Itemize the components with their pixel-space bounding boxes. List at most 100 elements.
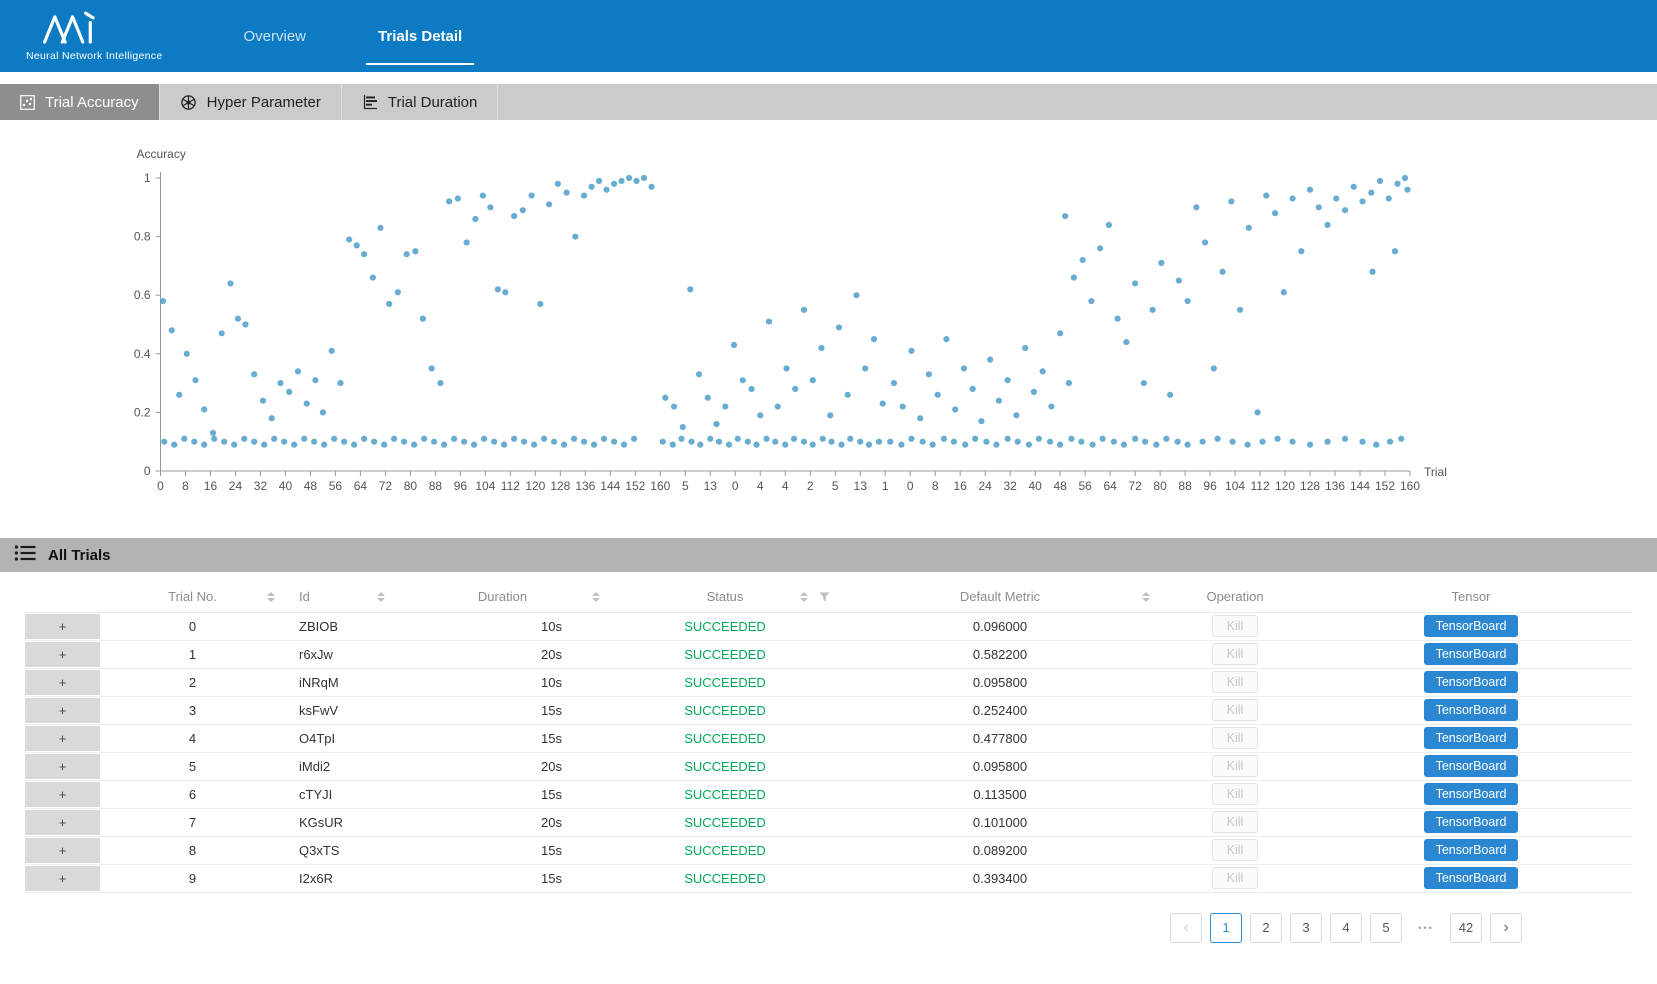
tensor-cell: TensorBoard: [1310, 640, 1632, 668]
tab-trial-duration[interactable]: Trial Duration: [342, 84, 498, 120]
nav-trials-detail[interactable]: Trials Detail: [360, 0, 480, 72]
kill-button[interactable]: Kill: [1212, 727, 1259, 749]
svg-text:120: 120: [525, 479, 545, 493]
trial-row: +6cTYJI15sSUCCEEDED0.113500KillTensorBoa…: [25, 780, 1632, 808]
svg-text:144: 144: [1350, 479, 1370, 493]
expand-row-button[interactable]: +: [25, 614, 100, 639]
tensorboard-button[interactable]: TensorBoard: [1424, 615, 1519, 637]
expand-row-button[interactable]: +: [25, 810, 100, 835]
tab-trial-accuracy[interactable]: Trial Accuracy: [0, 84, 160, 120]
all-trials-header: All Trials: [0, 538, 1657, 572]
svg-text:0.2: 0.2: [134, 405, 151, 419]
sort-icon[interactable]: [267, 592, 275, 602]
tensor-cell: TensorBoard: [1310, 864, 1632, 892]
column-operation: Operation: [1160, 582, 1310, 612]
pagination-next-button[interactable]: ›: [1490, 913, 1522, 943]
pagination-page-4[interactable]: 4: [1330, 913, 1362, 943]
app-header: Neural Network Intelligence Overview Tri…: [0, 0, 1657, 72]
expand-row-button[interactable]: +: [25, 698, 100, 723]
svg-text:104: 104: [475, 479, 495, 493]
expand-cell: +: [25, 696, 100, 724]
svg-text:1: 1: [882, 479, 889, 493]
kill-button[interactable]: Kill: [1212, 615, 1259, 637]
pagination: ‹ 12345 ••• 42 ›: [0, 913, 1522, 943]
svg-text:144: 144: [600, 479, 620, 493]
svg-text:48: 48: [304, 479, 318, 493]
svg-text:136: 136: [1325, 479, 1345, 493]
tensorboard-button[interactable]: TensorBoard: [1424, 727, 1519, 749]
tensorboard-button[interactable]: TensorBoard: [1424, 643, 1519, 665]
kill-button[interactable]: Kill: [1212, 783, 1259, 805]
all-trials-section: All Trials Trial No. Id Duration: [0, 538, 1657, 943]
svg-text:13: 13: [854, 479, 868, 493]
status-cell: SUCCEEDED: [610, 836, 840, 864]
trial-no-cell: 9: [100, 864, 285, 892]
sort-icon[interactable]: [377, 592, 385, 602]
kill-button[interactable]: Kill: [1212, 643, 1259, 665]
expand-row-button[interactable]: +: [25, 642, 100, 667]
tensorboard-button[interactable]: TensorBoard: [1424, 671, 1519, 693]
expand-cell: +: [25, 780, 100, 808]
expand-row-button[interactable]: +: [25, 726, 100, 751]
expand-row-button[interactable]: +: [25, 866, 100, 891]
trial-id-cell: O4TpI: [285, 724, 395, 752]
tensorboard-button[interactable]: TensorBoard: [1424, 867, 1519, 889]
filter-icon[interactable]: [819, 591, 830, 602]
nni-logo[interactable]: Neural Network Intelligence: [26, 10, 163, 62]
column-tensor: Tensor: [1310, 582, 1632, 612]
column-label[interactable]: Id: [299, 589, 310, 604]
tensorboard-button[interactable]: TensorBoard: [1424, 699, 1519, 721]
expand-row-button[interactable]: +: [25, 782, 100, 807]
pagination-page-42[interactable]: 42: [1450, 913, 1482, 943]
status-cell: SUCCEEDED: [610, 724, 840, 752]
kill-button[interactable]: Kill: [1212, 867, 1259, 889]
trial-row: +2iNRqM10sSUCCEEDED0.095800KillTensorBoa…: [25, 668, 1632, 696]
svg-text:8: 8: [182, 479, 189, 493]
expand-row-button[interactable]: +: [25, 670, 100, 695]
kill-button[interactable]: Kill: [1212, 755, 1259, 777]
logo-subtitle: Neural Network Intelligence: [26, 50, 163, 62]
trial-no-cell: 4: [100, 724, 285, 752]
duration-cell: 20s: [395, 640, 610, 668]
sort-icon[interactable]: [1142, 592, 1150, 602]
trial-row: +9I2x6R15sSUCCEEDED0.393400KillTensorBoa…: [25, 864, 1632, 892]
kill-button[interactable]: Kill: [1212, 811, 1259, 833]
accuracy-scatter-chart[interactable]: 00.20.40.60.8108162432404856647280889610…: [0, 120, 1657, 498]
expand-row-button[interactable]: +: [25, 754, 100, 779]
kill-button[interactable]: Kill: [1212, 671, 1259, 693]
trial-id-cell: ksFwV: [285, 696, 395, 724]
sort-icon[interactable]: [592, 592, 600, 602]
pagination-page-3[interactable]: 3: [1290, 913, 1322, 943]
pagination-prev-button[interactable]: ‹: [1170, 913, 1202, 943]
trial-no-cell: 0: [100, 612, 285, 640]
tensorboard-button[interactable]: TensorBoard: [1424, 811, 1519, 833]
column-label[interactable]: Status: [707, 589, 744, 604]
pagination-ellipsis[interactable]: •••: [1410, 913, 1442, 943]
pagination-page-5[interactable]: 5: [1370, 913, 1402, 943]
tensorboard-button[interactable]: TensorBoard: [1424, 755, 1519, 777]
column-label[interactable]: Trial No.: [168, 589, 217, 604]
tab-hyper-parameter[interactable]: Hyper Parameter: [160, 84, 342, 120]
kill-button[interactable]: Kill: [1212, 699, 1259, 721]
svg-text:96: 96: [1203, 479, 1217, 493]
column-label[interactable]: Duration: [478, 589, 527, 604]
svg-text:16: 16: [204, 479, 218, 493]
pagination-page-1[interactable]: 1: [1210, 913, 1242, 943]
svg-text:96: 96: [454, 479, 468, 493]
trial-no-cell: 2: [100, 668, 285, 696]
expand-cell: +: [25, 640, 100, 668]
trial-id-cell: Q3xTS: [285, 836, 395, 864]
tensorboard-button[interactable]: TensorBoard: [1424, 783, 1519, 805]
expand-row-button[interactable]: +: [25, 838, 100, 863]
sort-icon[interactable]: [800, 592, 808, 602]
tensorboard-button[interactable]: TensorBoard: [1424, 839, 1519, 861]
nav-overview[interactable]: Overview: [226, 0, 325, 72]
operation-cell: Kill: [1160, 612, 1310, 640]
svg-text:152: 152: [1375, 479, 1395, 493]
column-label[interactable]: Default Metric: [960, 589, 1040, 604]
duration-cell: 15s: [395, 836, 610, 864]
kill-button[interactable]: Kill: [1212, 839, 1259, 861]
pagination-page-2[interactable]: 2: [1250, 913, 1282, 943]
svg-text:5: 5: [682, 479, 689, 493]
status-cell: SUCCEEDED: [610, 668, 840, 696]
